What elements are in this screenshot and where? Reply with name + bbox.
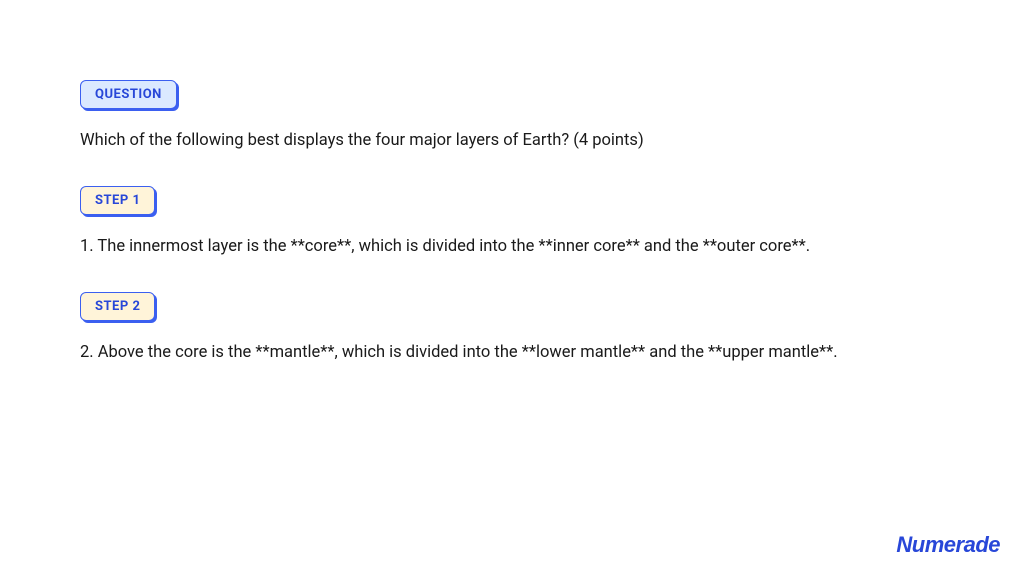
step-1-text: 1. The innermost layer is the **core**, … xyxy=(80,235,944,260)
step-2-badge: STEP 2 xyxy=(80,292,155,321)
brand-logo: Numerade xyxy=(896,532,1000,558)
question-badge: QUESTION xyxy=(80,80,177,109)
content-container: QUESTION Which of the following best dis… xyxy=(0,0,1024,365)
question-text: Which of the following best displays the… xyxy=(80,129,944,154)
step-2-text: 2. Above the core is the **mantle**, whi… xyxy=(80,341,944,366)
step-1-badge: STEP 1 xyxy=(80,186,155,215)
